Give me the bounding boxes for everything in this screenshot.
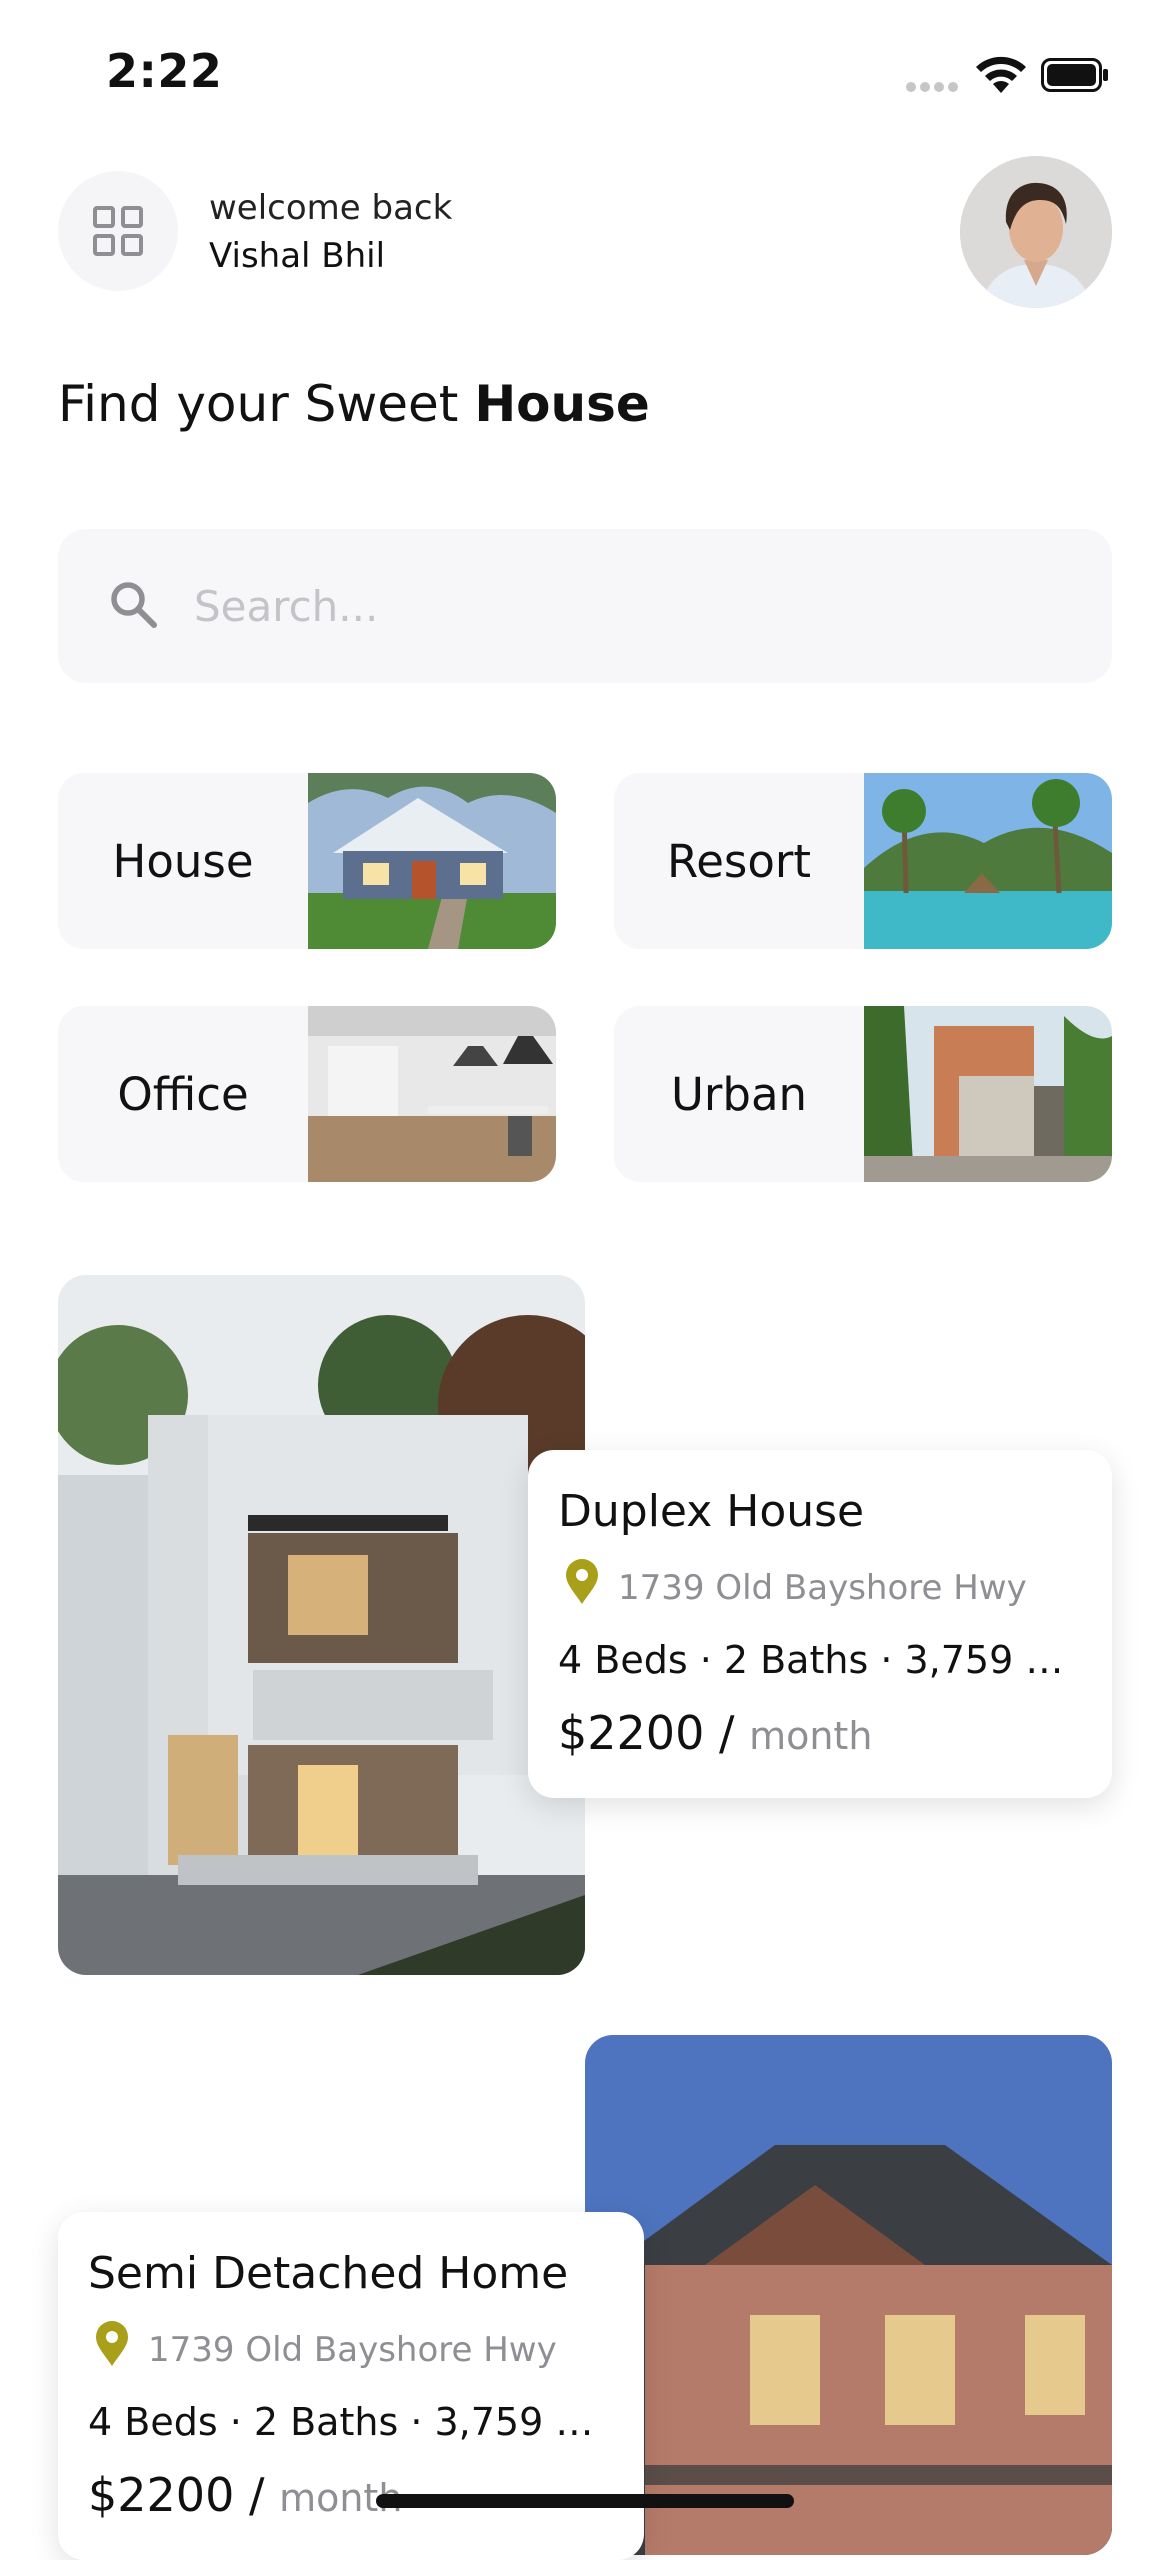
listing-title: Semi Detached Home: [88, 2248, 569, 2299]
battery-icon: [1041, 58, 1108, 92]
page-title: Find your Sweet House: [58, 375, 650, 433]
office-category-image: [308, 1006, 556, 1182]
listing-title: Duplex House: [558, 1486, 865, 1537]
listing-address: 1739 Old Bayshore Hwy: [148, 2330, 557, 2370]
search-input[interactable]: [194, 529, 1074, 683]
home-indicator[interactable]: [376, 2494, 794, 2508]
headline-bold: House: [474, 375, 650, 433]
category-office[interactable]: Office: [58, 1006, 556, 1182]
location-pin-icon: [96, 2321, 128, 2366]
duplex-house-photo[interactable]: [58, 1275, 585, 1975]
resort-category-image: [864, 773, 1112, 949]
listing-specs: 4 Beds · 2 Baths · 3,759 Ft...: [558, 1638, 1078, 1682]
avatar[interactable]: [960, 156, 1112, 308]
search-bar[interactable]: [58, 529, 1112, 683]
category-label: Office: [117, 1067, 249, 1121]
headline-prefix: Find your Sweet: [58, 375, 475, 433]
house-category-image: [308, 773, 556, 949]
semi-detached-home-photo[interactable]: [585, 2035, 1112, 2555]
price-amount: $2200 /: [558, 1706, 735, 1760]
category-label: Urban: [670, 1067, 808, 1121]
welcome-text: welcome back: [209, 188, 453, 228]
listing-price: $2200 / month: [558, 1706, 872, 1760]
price-period: month: [749, 1714, 873, 1758]
status-time: 2:22: [106, 44, 223, 98]
location-pin-icon: [566, 1559, 598, 1604]
category-house[interactable]: House: [58, 773, 556, 949]
wifi-icon: [976, 56, 1026, 93]
user-name: Vishal Bhil: [209, 236, 386, 276]
category-label: Resort: [666, 834, 812, 888]
search-icon: [111, 582, 157, 628]
category-resort[interactable]: Resort: [614, 773, 1112, 949]
category-label: House: [112, 834, 254, 888]
cellular-signal-icon: [906, 82, 960, 96]
grid-icon: [93, 206, 143, 256]
category-urban[interactable]: Urban: [614, 1006, 1112, 1182]
listing-price: $2200 / month: [88, 2468, 402, 2522]
listing-card-duplex-house[interactable]: Duplex House 1739 Old Bayshore Hwy 4 Bed…: [528, 1450, 1112, 1798]
price-amount: $2200 /: [88, 2468, 265, 2522]
urban-category-image: [864, 1006, 1112, 1182]
listing-specs: 4 Beds · 2 Baths · 3,759 Ft...: [88, 2400, 608, 2444]
menu-button[interactable]: [58, 171, 178, 291]
listing-address: 1739 Old Bayshore Hwy: [618, 1568, 1027, 1608]
